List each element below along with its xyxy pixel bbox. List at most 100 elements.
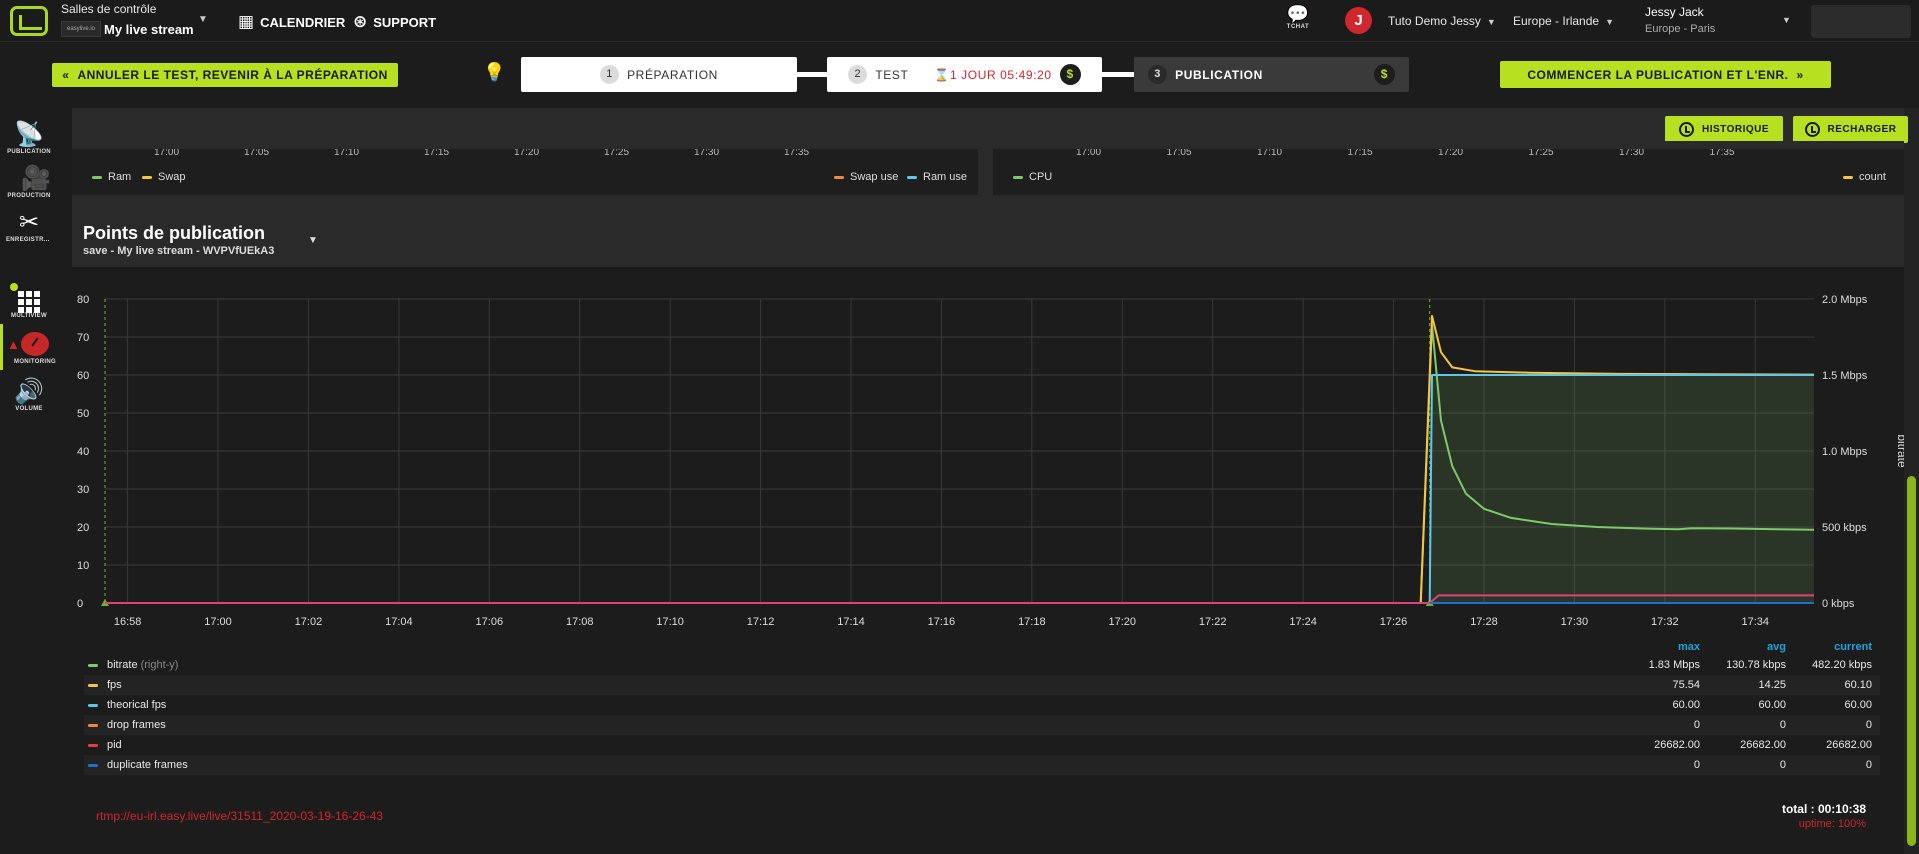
stat-avg: 0: [1779, 719, 1786, 731]
legend-swatch: [834, 175, 844, 179]
x-tick-label: 17:32: [1651, 616, 1679, 628]
stat-avg: 14.25: [1758, 679, 1786, 691]
y2-axis-label: bitrate: [1895, 434, 1904, 468]
history-button[interactable]: HISTORIQUE: [1665, 116, 1783, 143]
table-row[interactable]: fps 75.54 14.25 60.10: [84, 675, 1880, 695]
series-swatch: [88, 704, 98, 707]
step-label: PRÉPARATION: [627, 67, 718, 82]
org-selector[interactable]: Tuto Demo Jessy ▼: [1388, 14, 1496, 28]
table-row[interactable]: theorical fps 60.00 60.00 60.00: [84, 695, 1880, 715]
nav-calendar-label: CALENDRIER: [260, 14, 346, 30]
chat-button[interactable]: 💬 TCHAT: [1281, 4, 1315, 30]
y2-tick-label: 500 kbps: [1822, 522, 1867, 534]
x-tick-label: 17:22: [1199, 616, 1227, 628]
stat-current: 482.20 kbps: [1812, 659, 1872, 671]
legend-label: Ram use: [923, 171, 968, 183]
x-tick-label: 17:04: [385, 616, 413, 628]
table-row[interactable]: pid 26682.00 26682.00 26682.00: [84, 735, 1880, 755]
rtmp-url[interactable]: rtmp://eu-irl.easy.live/live/31511_2020-…: [96, 809, 383, 823]
step-publication[interactable]: 3 PUBLICATION $: [1134, 57, 1409, 92]
legend-ram[interactable]: Ram: [92, 171, 131, 183]
x-tick-label: 17:26: [1380, 616, 1408, 628]
series-swatch: [88, 684, 98, 687]
history-label: HISTORIQUE: [1701, 124, 1770, 135]
x-tick-label: 17:08: [566, 616, 594, 628]
nav-calendar-link[interactable]: ▦ CALENDRIER: [238, 12, 345, 32]
series-swatch: [88, 744, 98, 747]
table-row[interactable]: drop frames 0 0 0: [84, 715, 1880, 735]
sidebar-item-production[interactable]: 🎥 PRODUCTION: [0, 165, 58, 199]
step-preparation[interactable]: 1 PRÉPARATION: [521, 57, 797, 92]
x-tick-label: 17:34: [1741, 616, 1769, 628]
series-name: fps: [107, 679, 125, 691]
x-tick-label: 16:58: [114, 616, 142, 628]
y2-tick-label: 2.0 Mbps: [1822, 294, 1868, 306]
publication-point-selector[interactable]: save - My live stream - WVPVfUEkA3: [83, 245, 274, 257]
x-tick-label: 17:06: [476, 616, 504, 628]
user-name[interactable]: Jessy Jack: [1645, 5, 1704, 19]
y-tick-label: 0: [77, 598, 83, 610]
room-name[interactable]: My live stream: [104, 22, 194, 37]
table-row[interactable]: bitrate (right-y) 1.83 Mbps 130.78 kbps 482.…: [84, 655, 1880, 675]
lightbulb-icon[interactable]: 💡: [483, 62, 505, 82]
mini-chart-clip: [993, 141, 1904, 149]
series-name: theorical fps: [107, 699, 169, 711]
start-publication-label: COMMENCER LA PUBLICATION ET L'ENR.: [1527, 67, 1789, 82]
series-name-text: drop frames: [107, 719, 166, 731]
chat-bubbles-icon: 💬: [1286, 4, 1310, 24]
double-chevron-left-icon: «: [62, 68, 70, 82]
section-title: Points de publication: [83, 223, 266, 243]
avatar[interactable]: J: [1345, 7, 1372, 34]
stat-max: 0: [1693, 759, 1700, 771]
legend-ram-use[interactable]: Ram use: [907, 171, 967, 183]
step-test[interactable]: 2 TEST ⌛1 JOUR 05:49:20 $: [827, 57, 1102, 92]
room-title: Salles de contrôle: [61, 2, 157, 16]
legend-swap-use[interactable]: Swap use: [834, 171, 898, 183]
y-tick-label: 60: [77, 370, 89, 382]
y-tick-label: 80: [77, 294, 89, 306]
scissors-icon: ✂: [18, 209, 40, 236]
dollar-icon: $: [1059, 64, 1081, 85]
stat-current: 26682.00: [1826, 739, 1872, 751]
legend-swap[interactable]: Swap: [142, 171, 186, 183]
lifebuoy-icon: ⊛: [353, 12, 368, 31]
reload-button[interactable]: RECHARGER: [1793, 116, 1908, 143]
app-logo[interactable]: [10, 6, 48, 36]
legend-count[interactable]: count: [1843, 171, 1886, 183]
step-label: TEST: [875, 67, 909, 82]
stat-max: 26682.00: [1654, 739, 1700, 751]
region-selector[interactable]: Europe - Irlande ▼: [1513, 14, 1614, 28]
series-name-text: theorical fps: [107, 699, 167, 711]
legend-swatch: [907, 175, 917, 179]
start-publication-button[interactable]: COMMENCER LA PUBLICATION ET L'ENR. »: [1500, 61, 1831, 88]
timer-value: 1 JOUR 05:49:20: [949, 67, 1052, 82]
legend-cpu[interactable]: CPU: [1013, 171, 1052, 183]
chevron-down-icon[interactable]: ▼: [198, 14, 208, 25]
sidebar-item-multiview[interactable]: MULTIVIEW: [0, 286, 58, 319]
room-brand-logo: easylive.io: [61, 21, 101, 37]
sidebar-item-monitoring[interactable]: MONITORING: [0, 332, 58, 365]
stat-avg: 60.00: [1758, 699, 1786, 711]
sidebar-item-volume[interactable]: 🔊 VOLUME: [0, 378, 58, 412]
series-name: bitrate (right-y): [107, 659, 178, 671]
x-tick-label: 17:30: [1561, 616, 1589, 628]
scrollbar[interactable]: [1904, 108, 1919, 854]
scrollbar-thumb[interactable]: [1907, 476, 1916, 846]
sidebar-item-label: MULTIVIEW: [11, 313, 47, 319]
nav-support-link[interactable]: ⊛ SUPPORT: [353, 12, 436, 32]
top-bar: Salles de contrôle easylive.io My live s…: [0, 0, 1919, 42]
y-tick-label: 20: [77, 522, 89, 534]
x-tick-label: 17:20: [1108, 616, 1136, 628]
org-label: Tuto Demo Jessy: [1388, 14, 1481, 28]
chevron-down-icon[interactable]: ▼: [308, 235, 318, 246]
sidebar-item-publication[interactable]: 📡 PUBLICATION: [0, 121, 58, 155]
legend-label: Swap use: [850, 171, 899, 183]
y2-tick-label: 1.0 Mbps: [1822, 446, 1868, 458]
sidebar-item-recording[interactable]: ✂ ENREGISTR...: [0, 209, 58, 243]
cancel-test-button[interactable]: « ANNULER LE TEST, REVENIR À LA PRÉPARAT…: [52, 63, 398, 87]
stats-header-avg: avg: [1767, 641, 1786, 653]
chevron-down-icon[interactable]: ▼: [1782, 15, 1791, 25]
table-row[interactable]: duplicate frames 0 0 0: [84, 755, 1880, 775]
legend-label: count: [1859, 171, 1886, 183]
video-camera-icon: 🎥: [21, 165, 51, 192]
